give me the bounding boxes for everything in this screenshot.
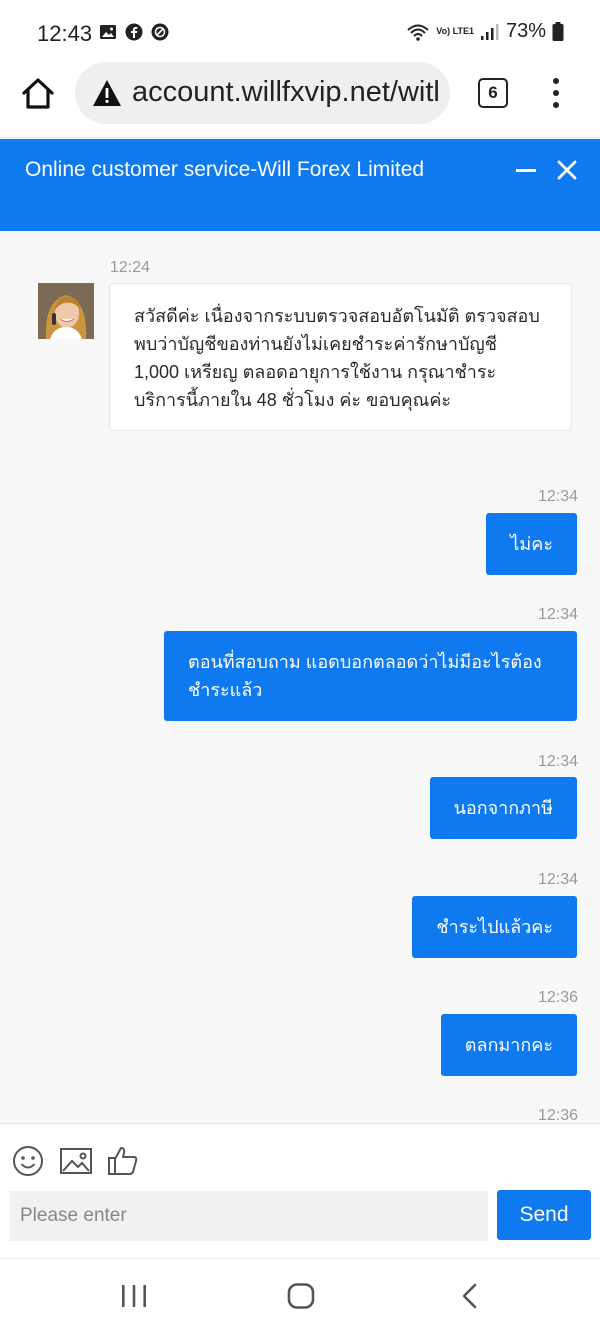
image-icon[interactable] [59, 1144, 93, 1178]
incoming-message: สวัสดีค่ะ เนื่องจากระบบตรวจสอบอัตโนมัติ … [109, 283, 572, 431]
warning-icon[interactable] [92, 79, 122, 107]
browser-toolbar: account.willfxvip.net/witl 6 [0, 60, 600, 138]
home-nav-icon[interactable] [287, 1283, 315, 1309]
thumbs-up-icon[interactable] [106, 1144, 140, 1178]
battery-icon [552, 21, 564, 41]
minimize-button[interactable] [516, 169, 536, 172]
close-icon[interactable] [556, 159, 578, 181]
outgoing-message: ตอนที่สอบถาม แอดบอกตลอดว่าไม่มีอะไรต้องช… [164, 631, 577, 721]
message-timestamp: 12:34 [537, 606, 578, 623]
outgoing-message: ไม่คะ [486, 513, 577, 575]
facebook-icon [125, 23, 143, 41]
app-notification-icon [151, 23, 169, 41]
system-status: Vo) LTE1 73% [406, 20, 564, 43]
recent-apps-icon[interactable] [120, 1283, 148, 1309]
status-time: 12:43 [37, 21, 93, 46]
outgoing-message: ตลกมากคะ [440, 1014, 577, 1076]
message-timestamp: 12:34 [537, 753, 578, 770]
address-bar[interactable]: account.willfxvip.net/witl [75, 62, 450, 124]
composer: Send [0, 1123, 600, 1258]
outgoing-message: ชำระไปแล้วคะ [412, 896, 577, 958]
message-timestamp: 12:34 [537, 871, 578, 888]
outgoing-message: นอกจากภาษี [429, 777, 577, 839]
agent-avatar [38, 283, 94, 339]
battery-percent: 73% [505, 20, 546, 42]
gallery-icon [100, 25, 116, 39]
tab-switcher-button[interactable]: 6 [478, 78, 508, 108]
home-icon[interactable] [20, 76, 56, 112]
back-icon[interactable] [459, 1283, 481, 1309]
message-timestamp: 12:36 [537, 1107, 578, 1123]
message-timestamp: 12:36 [537, 989, 578, 1006]
conversation-area[interactable]: 12:24 สวัสดีค่ะ เนื่องจากระบบตรวจสอบอัตโ… [0, 231, 600, 1123]
signal-icon [480, 23, 499, 40]
system-nav-bar [0, 1258, 600, 1333]
wifi-icon [407, 24, 429, 41]
chat-header: Online customer service-Will Forex Limit… [0, 139, 600, 231]
chat-title: Online customer service-Will Forex Limit… [25, 158, 425, 181]
message-timestamp: 12:24 [110, 259, 151, 276]
notification-icons [99, 23, 169, 41]
message-timestamp: 12:34 [537, 488, 578, 505]
url-text[interactable]: account.willfxvip.net/witl [132, 76, 440, 109]
status-bar: 12:43 Vo) LTE1 73% [0, 0, 600, 60]
volte-label: Vo) LTE1 [436, 26, 474, 36]
emoji-icon[interactable] [11, 1144, 45, 1178]
browser-menu-button[interactable] [550, 78, 562, 108]
message-input[interactable] [10, 1191, 488, 1241]
send-button[interactable]: Send [497, 1190, 591, 1240]
